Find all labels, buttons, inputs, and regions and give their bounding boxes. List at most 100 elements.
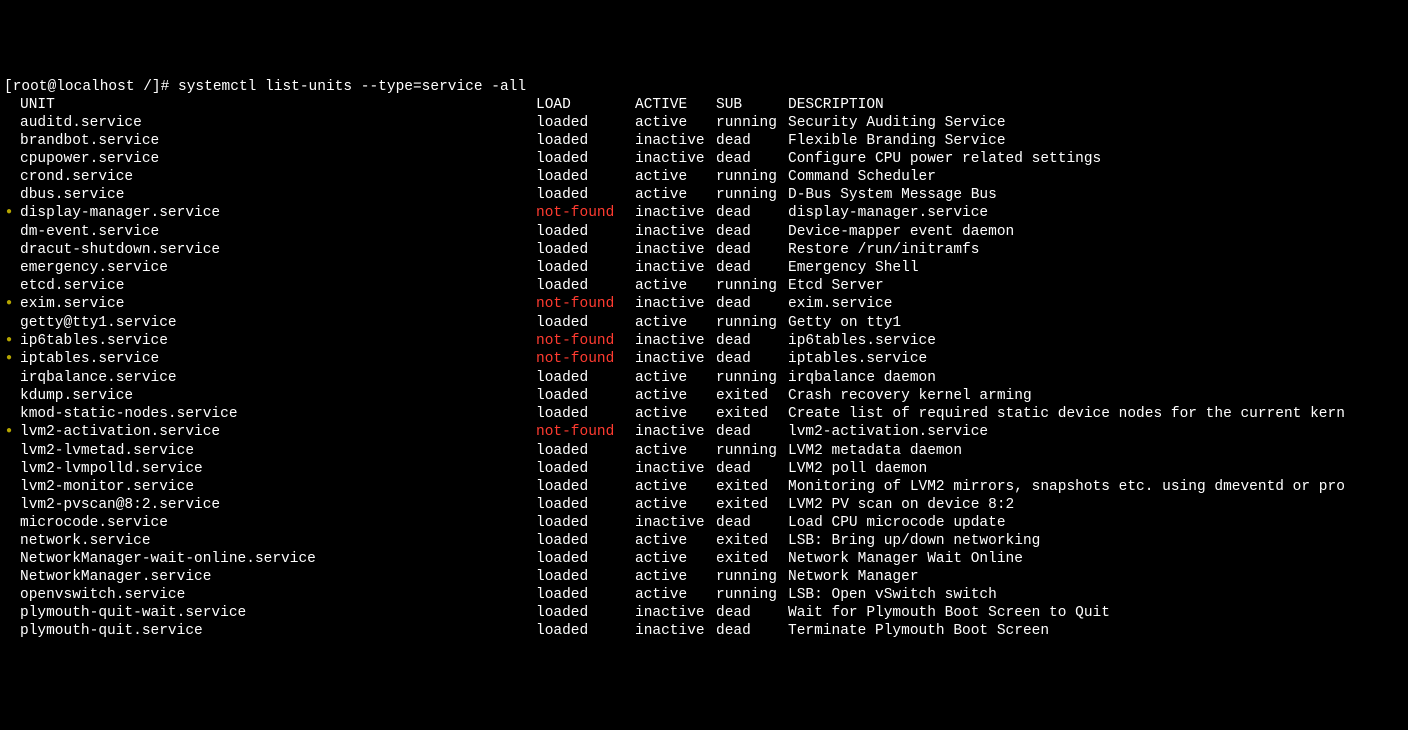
service-row: irqbalance.serviceloadedactiverunningirq… [4, 369, 1408, 387]
service-row: kmod-static-nodes.serviceloadedactiveexi… [4, 405, 1408, 423]
cell-unit: dracut-shutdown.service [20, 241, 536, 259]
cell-active: active [635, 369, 716, 387]
cell-unit: microcode.service [20, 514, 536, 532]
bullet-dot-icon: ● [4, 423, 12, 441]
cell-active: active [635, 168, 716, 186]
cell-active: inactive [635, 132, 716, 150]
cell-sub: running [716, 369, 788, 387]
cell-description: exim.service [788, 295, 892, 314]
cell-load: loaded [536, 622, 635, 640]
service-row: lvm2-pvscan@8:2.serviceloadedactiveexite… [4, 496, 1408, 514]
status-bullet [4, 369, 20, 387]
cell-unit: auditd.service [20, 114, 536, 132]
cell-description: Wait for Plymouth Boot Screen to Quit [788, 604, 1110, 622]
status-bullet [4, 568, 20, 586]
cell-load: loaded [536, 132, 635, 150]
bullet-dot-icon: ● [4, 332, 12, 350]
cell-active: inactive [635, 295, 716, 314]
status-bullet [4, 277, 20, 295]
header-active: ACTIVE [635, 96, 716, 114]
cell-unit: kmod-static-nodes.service [20, 405, 536, 423]
service-row: ●lvm2-activation.servicenot-foundinactiv… [4, 423, 1408, 442]
status-bullet [4, 114, 20, 132]
status-bullet [4, 604, 20, 622]
cell-load: loaded [536, 604, 635, 622]
cell-unit: iptables.service [20, 350, 536, 369]
cell-load: loaded [536, 478, 635, 496]
cell-load: loaded [536, 223, 635, 241]
cell-unit: dm-event.service [20, 223, 536, 241]
cell-active: active [635, 405, 716, 423]
cell-unit: exim.service [20, 295, 536, 314]
service-row: auditd.serviceloadedactiverunningSecurit… [4, 114, 1408, 132]
cell-unit: lvm2-lvmetad.service [20, 442, 536, 460]
status-bullet [4, 186, 20, 204]
status-bullet [4, 150, 20, 168]
cell-description: Restore /run/initramfs [788, 241, 979, 259]
cell-sub: dead [716, 350, 788, 369]
cell-load: loaded [536, 168, 635, 186]
cell-load: loaded [536, 241, 635, 259]
cell-unit: lvm2-pvscan@8:2.service [20, 496, 536, 514]
cell-active: inactive [635, 423, 716, 442]
service-row: dm-event.serviceloadedinactivedeadDevice… [4, 223, 1408, 241]
cell-description: Crash recovery kernel arming [788, 387, 1032, 405]
cell-sub: running [716, 114, 788, 132]
cell-load: loaded [536, 387, 635, 405]
cell-unit: plymouth-quit-wait.service [20, 604, 536, 622]
cell-unit: display-manager.service [20, 204, 536, 223]
status-bullet [4, 586, 20, 604]
service-row: plymouth-quit.serviceloadedinactivedeadT… [4, 622, 1408, 640]
cell-active: active [635, 550, 716, 568]
cell-active: active [635, 114, 716, 132]
service-row: dracut-shutdown.serviceloadedinactivedea… [4, 241, 1408, 259]
cell-active: inactive [635, 514, 716, 532]
cell-unit: plymouth-quit.service [20, 622, 536, 640]
cell-active: inactive [635, 622, 716, 640]
bullet-dot-icon: ● [4, 350, 12, 368]
cell-sub: running [716, 568, 788, 586]
cell-sub: running [716, 168, 788, 186]
cell-description: Getty on tty1 [788, 314, 901, 332]
cell-sub: dead [716, 150, 788, 168]
cell-sub: running [716, 442, 788, 460]
status-bullet: ● [4, 295, 20, 314]
status-bullet [4, 259, 20, 277]
status-bullet [4, 387, 20, 405]
status-bullet [4, 405, 20, 423]
cell-description: Terminate Plymouth Boot Screen [788, 622, 1049, 640]
service-row: getty@tty1.serviceloadedactiverunningGet… [4, 314, 1408, 332]
cell-active: active [635, 568, 716, 586]
header-description: DESCRIPTION [788, 96, 884, 114]
cell-unit: dbus.service [20, 186, 536, 204]
cell-description: Create list of required static device no… [788, 405, 1345, 423]
cell-active: inactive [635, 241, 716, 259]
cell-sub: dead [716, 204, 788, 223]
service-row: lvm2-lvmpolld.serviceloadedinactivedeadL… [4, 460, 1408, 478]
service-row: ●ip6tables.servicenot-foundinactivedeadi… [4, 332, 1408, 351]
cell-description: Network Manager Wait Online [788, 550, 1023, 568]
service-row: ●display-manager.servicenot-foundinactiv… [4, 204, 1408, 223]
cell-sub: exited [716, 496, 788, 514]
service-row: lvm2-lvmetad.serviceloadedactiverunningL… [4, 442, 1408, 460]
header-sub: SUB [716, 96, 788, 114]
cell-unit: lvm2-lvmpolld.service [20, 460, 536, 478]
cell-active: inactive [635, 150, 716, 168]
cell-active: inactive [635, 332, 716, 351]
cell-description: Flexible Branding Service [788, 132, 1006, 150]
cell-load: loaded [536, 568, 635, 586]
cell-sub: dead [716, 514, 788, 532]
cell-unit: emergency.service [20, 259, 536, 277]
cell-sub: dead [716, 223, 788, 241]
service-row: crond.serviceloadedactiverunningCommand … [4, 168, 1408, 186]
service-row: ●exim.servicenot-foundinactivedeadexim.s… [4, 295, 1408, 314]
cell-active: inactive [635, 223, 716, 241]
service-row: plymouth-quit-wait.serviceloadedinactive… [4, 604, 1408, 622]
cell-active: inactive [635, 460, 716, 478]
prompt-line: [root@localhost /]# systemctl list-units… [4, 78, 1408, 96]
cell-description: LSB: Bring up/down networking [788, 532, 1040, 550]
cell-sub: exited [716, 405, 788, 423]
cell-active: active [635, 478, 716, 496]
service-row: cpupower.serviceloadedinactivedeadConfig… [4, 150, 1408, 168]
cell-sub: exited [716, 550, 788, 568]
